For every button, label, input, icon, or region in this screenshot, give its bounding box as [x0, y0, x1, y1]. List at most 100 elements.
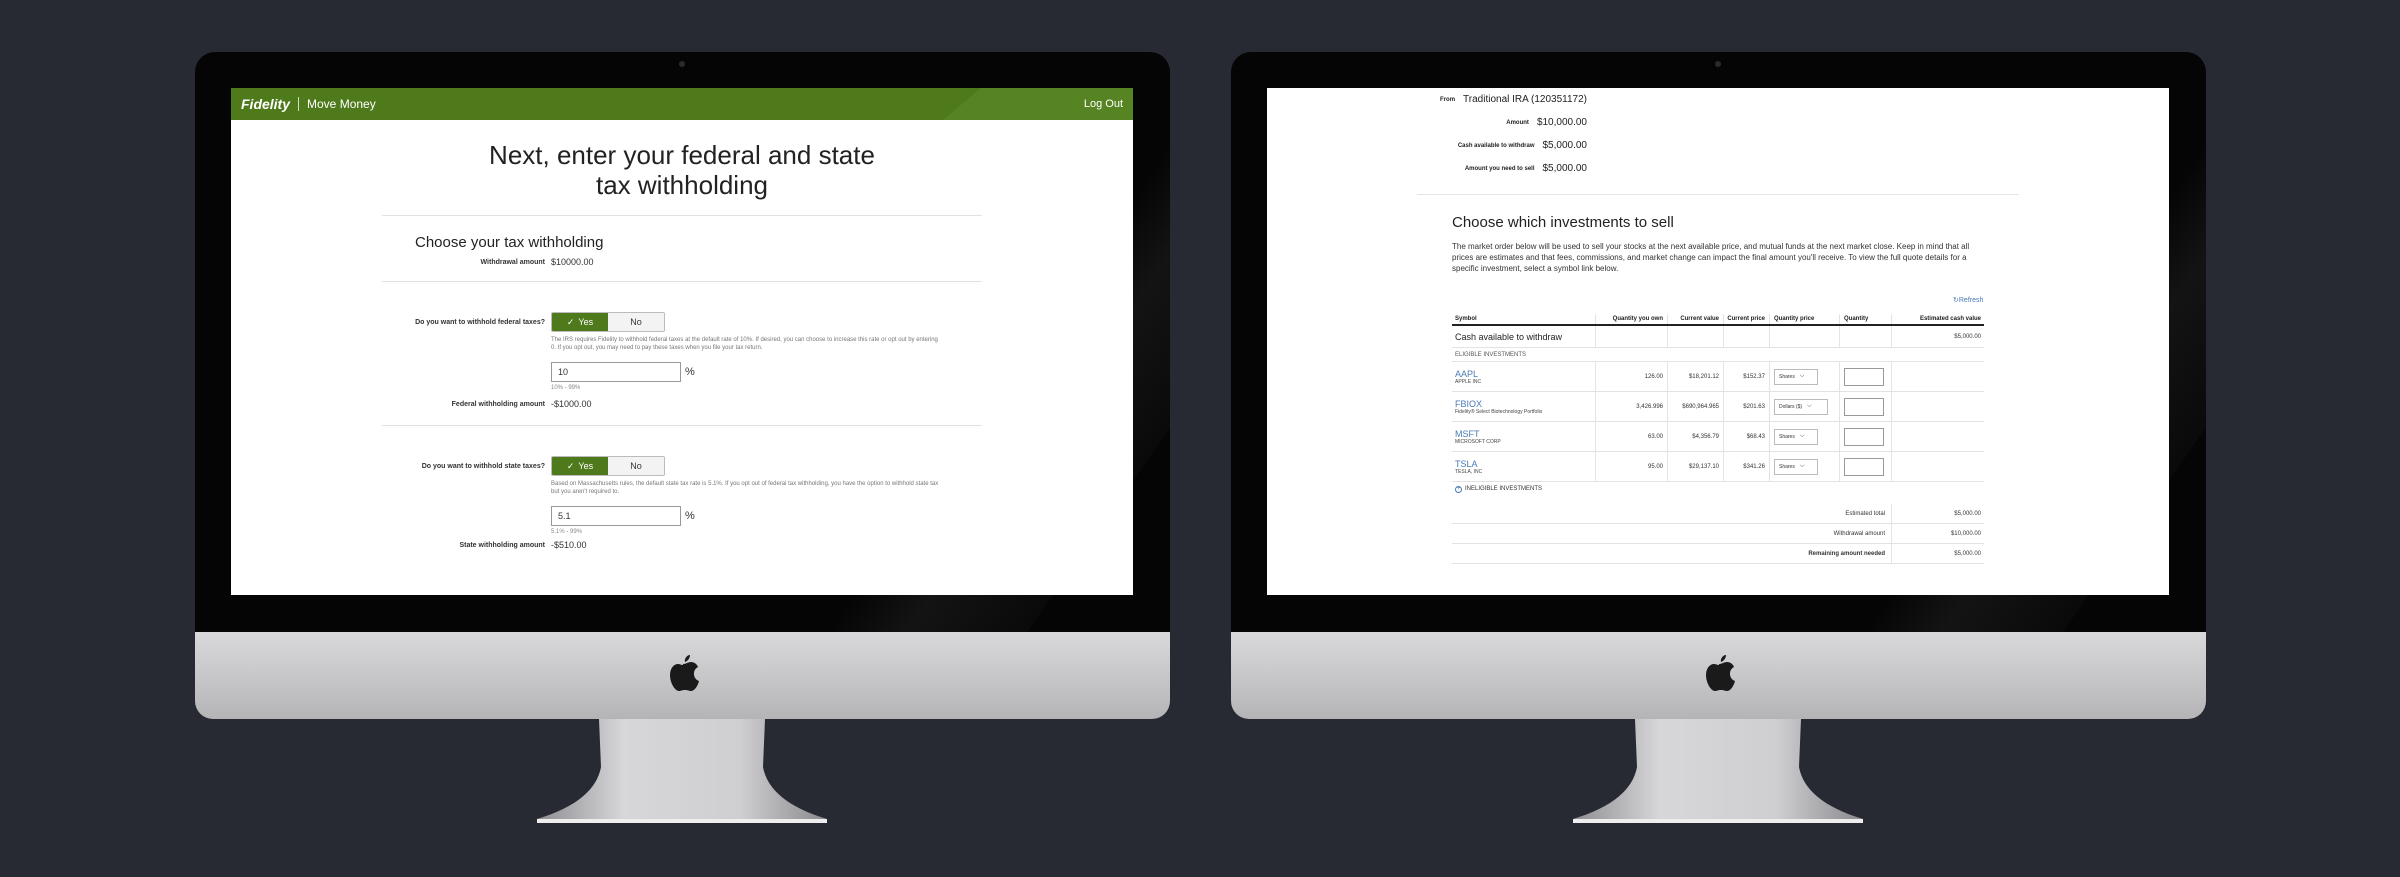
- column-header: Estimated cash value: [1919, 316, 1981, 322]
- screen-right: From Traditional IRA (120351172) Amount …: [1267, 88, 2169, 595]
- federal-toggle[interactable]: ✓ Yes No: [551, 312, 665, 332]
- section-title: Choose which investments to sell: [1452, 214, 1674, 231]
- current-price: $201.63: [1724, 392, 1770, 421]
- quantity-type-cell: Shares ⌵: [1770, 422, 1840, 451]
- column-header: Symbol: [1452, 314, 1596, 324]
- select-value: Dollars ($): [1779, 403, 1803, 410]
- federal-question-row: Do you want to withhold federal taxes? ✓…: [231, 312, 1133, 332]
- empty-cell: [1840, 326, 1892, 347]
- state-yes-label: Yes: [578, 461, 594, 471]
- section-description: The market order below will be used to s…: [1452, 242, 1970, 273]
- quantity-owned: 63.00: [1596, 422, 1668, 451]
- current-price: $68.43: [1724, 422, 1770, 451]
- federal-yes-button[interactable]: ✓ Yes: [552, 313, 608, 331]
- select-value: Shares: [1779, 463, 1795, 470]
- quantity-type-select[interactable]: Dollars ($) ⌵: [1774, 398, 1828, 415]
- chevron-down-icon: ⌵: [1799, 433, 1805, 439]
- current-value: $4,356.79: [1668, 422, 1724, 451]
- federal-no-button[interactable]: No: [608, 313, 664, 331]
- summary-amount-to-sell: Amount you need to sell $5,000.00: [1267, 163, 1587, 174]
- quantity-type-select[interactable]: Shares ⌵: [1774, 368, 1818, 385]
- withdrawal-amount-row: Withdrawal amount $10,000.00: [1452, 524, 1984, 544]
- current-value: $29,137.10: [1668, 452, 1724, 481]
- summary-value: $10,000.00: [1536, 117, 1587, 128]
- total-value: $5,000.00: [1954, 550, 1981, 557]
- bezel: Fidelity Move Money Log Out Next, enter …: [195, 52, 1170, 632]
- divider: [382, 281, 982, 282]
- empty-cell: [1724, 326, 1770, 347]
- state-no-button[interactable]: No: [608, 457, 664, 475]
- quantity-input[interactable]: [1844, 367, 1884, 386]
- state-range-row: 5.1% - 99%: [231, 529, 1133, 535]
- withdrawal-label: Withdrawal amount: [480, 258, 546, 266]
- apple-logo-icon: [1706, 655, 1735, 691]
- divider: [382, 425, 982, 426]
- summary-label: Amount you need to sell: [1464, 165, 1535, 172]
- quantity-input[interactable]: [1844, 427, 1884, 446]
- current-value: $690,964.965: [1668, 392, 1724, 421]
- symbol-name: TESLA, INC: [1455, 468, 1483, 475]
- summary-value: Traditional IRA (120351172): [1463, 94, 1587, 105]
- empty-cell: [1596, 326, 1668, 347]
- empty-cell: [1892, 452, 1984, 481]
- column-header: Current price: [1724, 314, 1770, 324]
- federal-note: The IRS requires Fidelity to withhold fe…: [551, 337, 938, 351]
- quantity-type-select[interactable]: Shares ⌵: [1774, 428, 1818, 445]
- state-rate-row: 5.1 %: [231, 506, 1133, 526]
- summary-label: From: [1440, 96, 1456, 103]
- quantity-input[interactable]: [1844, 397, 1884, 416]
- investments-table: Symbol Quantity you own Current value Cu…: [1452, 314, 1984, 564]
- state-yes-button[interactable]: ✓ Yes: [552, 457, 608, 475]
- logout-link[interactable]: Log Out: [1084, 98, 1123, 110]
- summary-value: $5,000.00: [1542, 140, 1588, 151]
- state-amount-label: State withholding amount: [459, 541, 545, 549]
- quantity-cell: [1840, 362, 1892, 391]
- total-value: $10,000.00: [1950, 530, 1981, 537]
- symbol-link[interactable]: AAPL: [1455, 369, 1478, 379]
- quantity-input[interactable]: [1844, 457, 1884, 476]
- federal-note-row: The IRS requires Fidelity to withhold fe…: [231, 336, 1133, 352]
- state-question-row: Do you want to withhold state taxes? ✓ Ye…: [231, 456, 1133, 476]
- divider: [1417, 194, 2019, 195]
- table-row: TSLA TESLA, INC 95.00 $29,137.10 $341.26…: [1452, 452, 1984, 482]
- symbol-cell: MSFT MICROSOFT CORP: [1452, 422, 1596, 451]
- select-value: Shares: [1779, 433, 1795, 440]
- federal-range-row: 10% - 99%: [231, 385, 1133, 391]
- percent-sign: %: [685, 366, 695, 378]
- table-header: Symbol Quantity you own Current value Cu…: [1452, 314, 1984, 326]
- check-icon: ✓: [566, 460, 575, 471]
- ineligible-toggle[interactable]: + INELIGIBLE INVESTMENTS: [1452, 482, 1984, 496]
- symbol-name: APPLE INC: [1455, 378, 1482, 385]
- imac-stand: [1573, 719, 1863, 823]
- federal-rate-row: 10 %: [231, 362, 1133, 382]
- refresh-link[interactable]: ↻Refresh: [1953, 296, 1983, 304]
- federal-rate-input[interactable]: 10: [551, 362, 681, 382]
- federal-question: Do you want to withhold federal taxes?: [415, 318, 545, 326]
- state-toggle[interactable]: ✓ Yes No: [551, 456, 665, 476]
- symbol-link[interactable]: TSLA: [1455, 459, 1478, 469]
- quantity-type-cell: Dollars ($) ⌵: [1770, 392, 1840, 421]
- symbol-link[interactable]: MSFT: [1455, 429, 1480, 439]
- select-value: Shares: [1779, 373, 1795, 380]
- table-row: MSFT MICROSOFT CORP 63.00 $4,356.79 $68.…: [1452, 422, 1984, 452]
- fidelity-logo[interactable]: Fidelity: [241, 96, 290, 112]
- sell-investments-page: From Traditional IRA (120351172) Amount …: [1267, 88, 2169, 595]
- symbol-name: MICROSOFT CORP: [1455, 438, 1501, 445]
- column-header: Current value: [1668, 314, 1724, 324]
- total-value: $5,000.00: [1954, 510, 1981, 517]
- section-title: Choose your tax withholding: [415, 234, 604, 251]
- state-question: Do you want to withhold state taxes?: [421, 462, 545, 470]
- column-header: Quantity: [1840, 314, 1892, 324]
- column-header: Quantity price: [1770, 314, 1840, 324]
- symbol-link[interactable]: FBIOX: [1455, 399, 1482, 409]
- empty-cell: [1892, 362, 1984, 391]
- quantity-type-cell: Shares ⌵: [1770, 452, 1840, 481]
- quantity-type-select[interactable]: Shares ⌵: [1774, 458, 1818, 475]
- state-rate-input[interactable]: 5.1: [551, 506, 681, 526]
- table-row: AAPL APPLE INC 126.00 $18,201.12 $152.37…: [1452, 362, 1984, 392]
- empty-cell: [1770, 326, 1840, 347]
- current-price: $152.37: [1724, 362, 1770, 391]
- cash-value: $5,000.00: [1954, 333, 1981, 340]
- symbol-cell: AAPL APPLE INC: [1452, 362, 1596, 391]
- column-header: Quantity you own: [1596, 314, 1668, 324]
